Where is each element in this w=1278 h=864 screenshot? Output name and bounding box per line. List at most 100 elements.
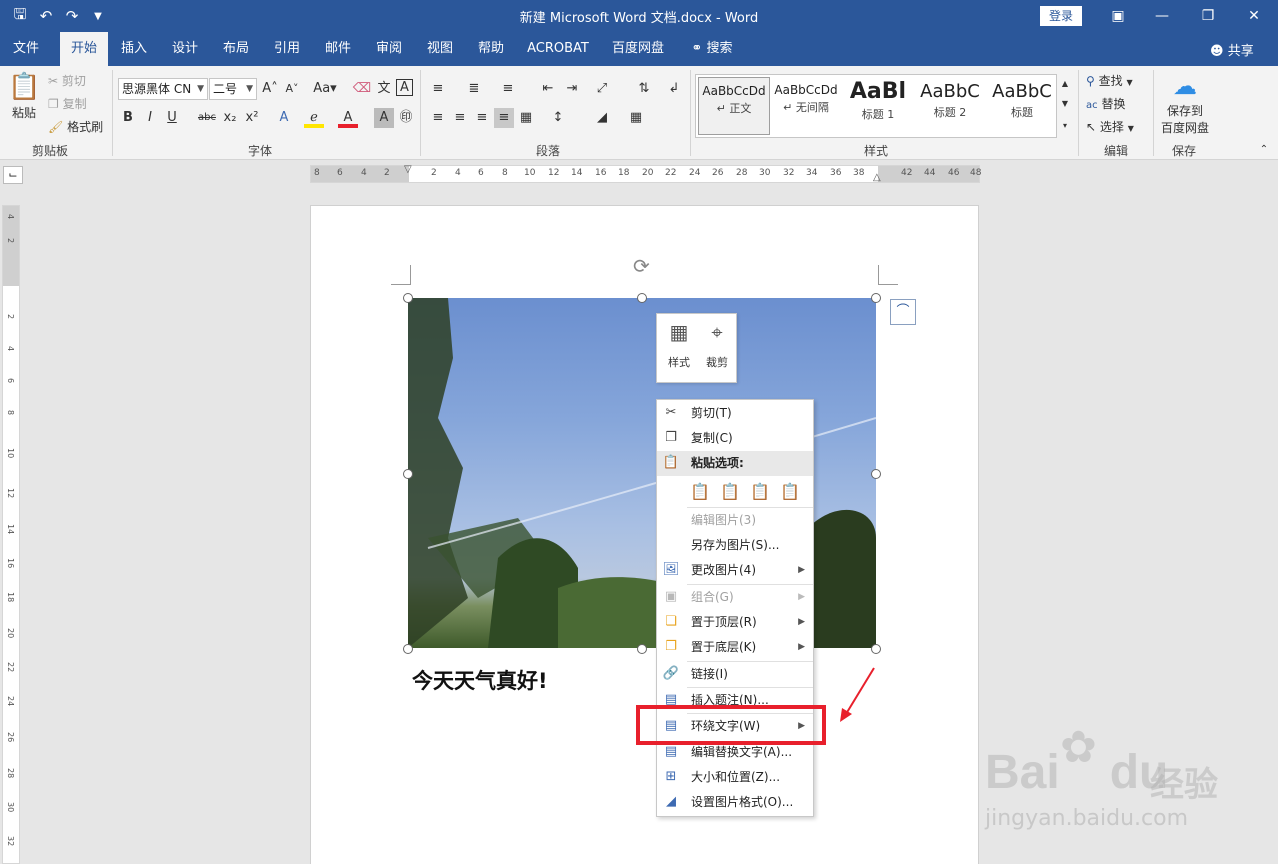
resize-handle-top-right[interactable] xyxy=(871,293,881,303)
borders-icon[interactable]: ▦ xyxy=(626,108,646,128)
font-size-combo[interactable]: 二号 ▼ xyxy=(209,78,257,100)
share-button[interactable]: ☻ 共享 xyxy=(1210,40,1254,59)
highlight-color-icon[interactable]: ℯ xyxy=(304,108,324,128)
char-border-icon[interactable]: A xyxy=(396,79,413,96)
resize-handle-top-left[interactable] xyxy=(403,293,413,303)
menu-item-link[interactable]: 🔗 链接(I) xyxy=(657,662,813,687)
horizontal-ruler[interactable]: 8 6 4 2 2 4 6 8 10 12 14 16 18 20 22 24 … xyxy=(310,164,981,183)
align-right-icon[interactable]: ≡ xyxy=(472,108,492,128)
menu-item-send-to-back[interactable]: ❐ 置于底层(K) ▶ xyxy=(657,635,813,660)
tab-review[interactable]: 审阅 xyxy=(367,32,411,66)
superscript-icon[interactable]: x² xyxy=(242,108,262,128)
paste-keep-format-icon[interactable]: 📋 xyxy=(687,480,713,504)
find-button[interactable]: ⚲ 查找 ▼ xyxy=(1086,72,1133,89)
font-name-combo[interactable]: 思源黑体 CN ▼ xyxy=(118,78,208,100)
tab-help[interactable]: 帮助 xyxy=(469,32,513,66)
tab-acrobat[interactable]: ACROBAT xyxy=(522,32,594,66)
menu-item-save-as-picture[interactable]: 另存为图片(S)... xyxy=(657,533,813,558)
crop-button[interactable]: ⌖ 裁剪 xyxy=(699,318,735,370)
tab-layout[interactable]: 布局 xyxy=(214,32,258,66)
resize-handle-left[interactable] xyxy=(403,469,413,479)
paste-text-only-icon[interactable]: 📋 xyxy=(777,480,803,504)
style-button[interactable]: ▦ 样式 xyxy=(661,318,697,370)
menu-item-copy[interactable]: ❐ 复制(C) xyxy=(657,426,813,451)
tab-mailings[interactable]: 邮件 xyxy=(316,32,360,66)
sort-icon[interactable]: ⇅ xyxy=(634,79,654,99)
style-heading-1[interactable]: AaBl 标题 1 xyxy=(842,77,914,135)
collapse-ribbon-icon[interactable]: ⌃ xyxy=(1254,140,1274,160)
paste-merge-format-icon[interactable]: 📋 xyxy=(717,480,743,504)
gallery-more-icon[interactable]: ▾ xyxy=(1058,116,1072,136)
tab-file[interactable]: 文件 xyxy=(4,32,48,66)
resize-handle-bottom[interactable] xyxy=(637,644,647,654)
close-icon[interactable]: ✕ xyxy=(1234,4,1274,28)
menu-item-format-picture[interactable]: ◢ 设置图片格式(O)... xyxy=(657,790,813,815)
cut-button[interactable]: ✂ 剪切 xyxy=(48,72,86,89)
tab-references[interactable]: 引用 xyxy=(265,32,309,66)
multilevel-list-icon[interactable]: ≡ xyxy=(498,79,518,99)
resize-handle-right[interactable] xyxy=(871,469,881,479)
decrease-indent-icon[interactable]: ⇤ xyxy=(538,79,558,99)
menu-item-cut[interactable]: ✂ 剪切(T) xyxy=(657,401,813,426)
line-spacing-icon[interactable]: ↕ xyxy=(548,108,568,128)
text-effects-icon[interactable]: A xyxy=(274,108,294,128)
enclose-char-icon[interactable]: ㊞ xyxy=(396,108,416,128)
ribbon-display-icon[interactable]: ▣ xyxy=(1098,4,1138,28)
align-left-icon[interactable]: ≡ xyxy=(428,108,448,128)
maximize-icon[interactable]: ❐ xyxy=(1188,4,1228,28)
shading-icon[interactable]: ◢ xyxy=(592,108,612,128)
copy-button[interactable]: ❐ 复制 xyxy=(48,95,87,112)
vertical-ruler[interactable]: 4 2 2 4 6 8 10 12 14 16 18 20 22 24 26 2… xyxy=(2,205,20,864)
menu-item-group[interactable]: ▣ 组合(G) ▶ xyxy=(657,585,813,610)
menu-item-size-position[interactable]: ⊞ 大小和位置(Z)... xyxy=(657,765,813,790)
tab-baidu-netdisk[interactable]: 百度网盘 xyxy=(604,32,672,66)
style-title[interactable]: AaBbC 标题 xyxy=(986,77,1058,135)
grow-font-icon[interactable]: A˄ xyxy=(260,79,280,99)
menu-item-bring-to-front[interactable]: ❏ 置于顶层(R) ▶ xyxy=(657,610,813,635)
style-heading-2[interactable]: AaBbC 标题 2 xyxy=(914,77,986,135)
tab-selector[interactable]: ⌙ xyxy=(3,166,23,184)
tab-view[interactable]: 视图 xyxy=(418,32,462,66)
menu-item-edit-picture[interactable]: 编辑图片(3) xyxy=(657,508,813,533)
change-case-icon[interactable]: Aa▾ xyxy=(310,79,340,99)
resize-handle-top[interactable] xyxy=(637,293,647,303)
right-indent-marker-icon[interactable]: △ xyxy=(873,172,881,183)
minimize-icon[interactable]: — xyxy=(1142,4,1182,28)
gallery-scroll-up-icon[interactable]: ▲ xyxy=(1058,74,1072,94)
resize-handle-bottom-right[interactable] xyxy=(871,644,881,654)
char-shading-icon[interactable]: A xyxy=(374,108,394,128)
resize-handle-bottom-left[interactable] xyxy=(403,644,413,654)
strikethrough-icon[interactable]: abc xyxy=(196,108,218,128)
bold-icon[interactable]: B xyxy=(118,108,138,128)
clear-format-icon[interactable]: ⌫ xyxy=(352,79,372,99)
paste-button[interactable]: 📋 粘贴 xyxy=(8,72,40,121)
paste-picture-icon[interactable]: 📋 xyxy=(747,480,773,504)
shrink-font-icon[interactable]: A˅ xyxy=(282,79,302,99)
style-no-spacing[interactable]: AaBbCcDd ↵ 无间隔 xyxy=(770,77,842,135)
bullets-icon[interactable]: ≡ xyxy=(428,79,448,99)
show-marks-icon[interactable]: ↲ xyxy=(664,79,684,99)
font-color-icon[interactable]: A xyxy=(338,108,358,128)
subscript-icon[interactable]: x₂ xyxy=(220,108,240,128)
tab-home[interactable]: 开始 xyxy=(60,32,108,66)
phonetic-guide-icon[interactable]: 文 xyxy=(374,79,394,99)
distributed-icon[interactable]: ▦ xyxy=(516,108,536,128)
gallery-scroll-down-icon[interactable]: ▼ xyxy=(1058,94,1072,114)
layout-options-icon[interactable]: ⌒ xyxy=(890,299,916,325)
indent-marker-icon[interactable]: ▽ xyxy=(404,164,412,175)
rotate-handle-icon[interactable]: ⟳ xyxy=(633,254,650,278)
underline-icon[interactable]: U xyxy=(162,108,182,128)
login-button[interactable]: 登录 xyxy=(1040,6,1082,26)
style-normal[interactable]: AaBbCcDd ↵ 正文 xyxy=(698,77,770,135)
select-button[interactable]: ↖ 选择 ▼ xyxy=(1086,118,1134,135)
save-to-baidu-button[interactable]: ☁ 保存到 百度网盘 xyxy=(1158,72,1212,136)
italic-icon[interactable]: I xyxy=(140,108,160,128)
format-painter-button[interactable]: 🖌 格式刷 xyxy=(48,118,103,135)
justify-icon[interactable]: ≡ xyxy=(494,108,514,128)
align-center-icon[interactable]: ≡ xyxy=(450,108,470,128)
tab-insert[interactable]: 插入 xyxy=(112,32,156,66)
document-paragraph[interactable]: 今天天气真好! xyxy=(412,665,548,695)
replace-button[interactable]: ac 替换 xyxy=(1086,95,1125,112)
tab-design[interactable]: 设计 xyxy=(163,32,207,66)
numbering-icon[interactable]: ≣ xyxy=(464,79,484,99)
